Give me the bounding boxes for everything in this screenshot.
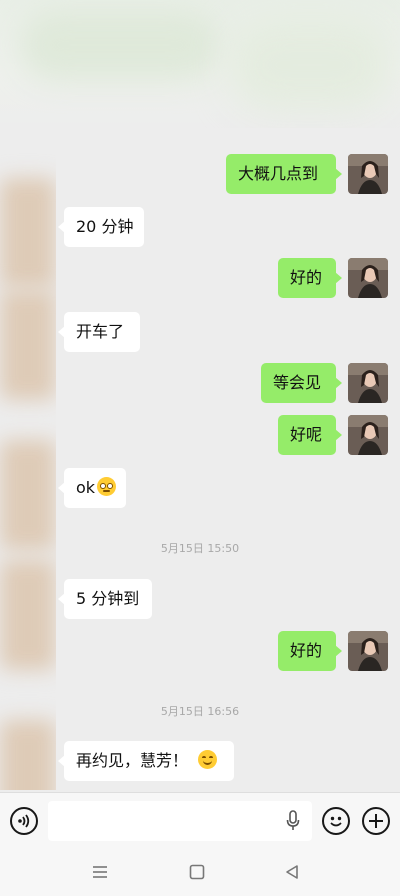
microphone-icon[interactable] [285, 810, 301, 832]
contact-avatar[interactable] [0, 290, 56, 400]
timestamp: 5月15日 15:50 [160, 542, 240, 555]
message-text: 好的 [290, 641, 323, 660]
smiling-face-icon [198, 750, 218, 769]
avatar-image [348, 363, 388, 403]
message-bubble-incoming[interactable]: 5 分钟到 [58, 579, 152, 619]
message-bubble-outgoing[interactable]: 等会见 [261, 363, 342, 403]
message-bubble-outgoing[interactable]: 好呢 [278, 415, 342, 455]
my-avatar[interactable] [348, 363, 388, 403]
message-text: 开车了 [76, 322, 125, 341]
message-text: 好的 [290, 268, 323, 287]
home-icon[interactable] [188, 864, 206, 880]
back-icon[interactable] [283, 864, 301, 880]
avatar-image [348, 631, 388, 671]
message-text: 等会见 [273, 373, 322, 392]
voice-icon[interactable] [10, 807, 38, 835]
message-text: 大概几点到 [238, 164, 319, 183]
flushed-face-icon [97, 477, 117, 496]
contact-avatar-column [0, 150, 56, 790]
my-avatar[interactable] [348, 258, 388, 298]
message-bubble-outgoing[interactable]: 好的 [278, 631, 342, 671]
message-text: 再约见，慧芳！ [76, 751, 189, 770]
blurred-top-area [0, 0, 400, 128]
message-bubble-incoming[interactable]: 20 分钟 [58, 207, 144, 247]
system-navigation-bar [0, 848, 400, 896]
message-input[interactable] [48, 801, 312, 841]
message-bubble-outgoing[interactable]: 好的 [278, 258, 342, 298]
message-text: 好呢 [290, 425, 323, 444]
contact-avatar[interactable] [0, 178, 56, 288]
plus-icon[interactable] [362, 807, 390, 835]
avatar-image [348, 258, 388, 298]
contact-avatar[interactable] [0, 720, 56, 790]
input-bar [0, 792, 400, 848]
contact-avatar[interactable] [0, 560, 56, 670]
emoji-icon[interactable] [322, 807, 350, 835]
message-bubble-incoming[interactable]: ok [58, 468, 126, 508]
message-text: 5 分钟到 [76, 589, 140, 608]
contact-avatar[interactable] [0, 440, 56, 550]
menu-icon[interactable] [91, 864, 109, 880]
my-avatar[interactable] [348, 415, 388, 455]
my-avatar[interactable] [348, 631, 388, 671]
avatar-image [348, 154, 388, 194]
message-bubble-incoming[interactable]: 开车了 [58, 312, 140, 352]
message-bubble-incoming[interactable]: 再约见，慧芳！ [58, 741, 234, 781]
message-bubble-outgoing[interactable]: 大概几点到 [226, 154, 342, 194]
avatar-image [348, 415, 388, 455]
message-text: 20 分钟 [76, 217, 134, 236]
message-text: ok [76, 478, 96, 497]
my-avatar[interactable] [348, 154, 388, 194]
timestamp: 5月15日 16:56 [160, 705, 240, 718]
